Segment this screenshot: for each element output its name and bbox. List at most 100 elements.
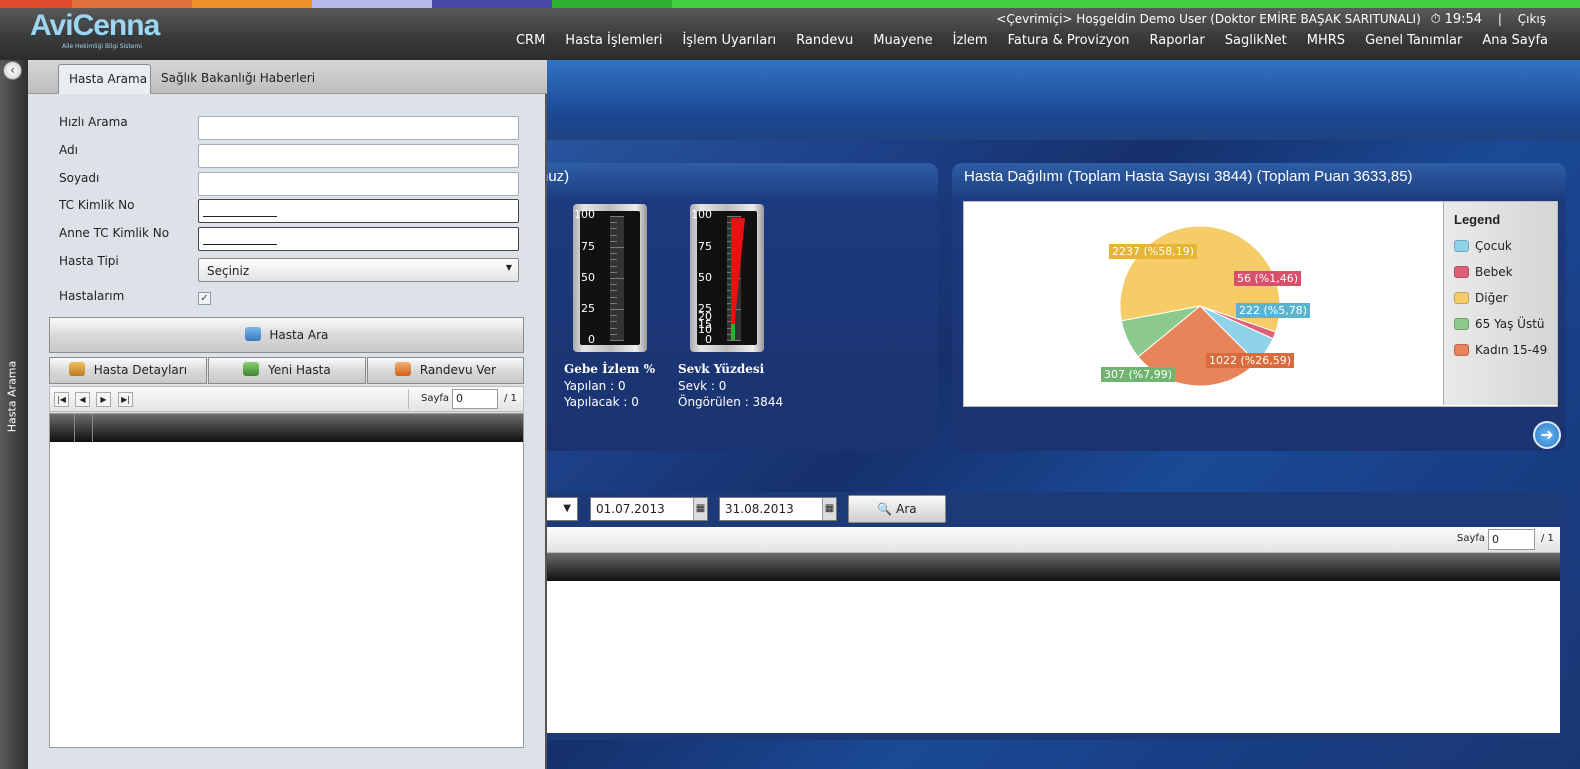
welcome-bar: <Çevrimiçi> Hoşgeldin Demo User (Doktor …: [996, 12, 1546, 27]
legend-swatch: [1454, 240, 1469, 252]
date-to-field[interactable]: 31.08.2013 ▦: [719, 497, 837, 521]
color-strip-segment: [192, 0, 312, 8]
search-panel-tabs: Hasta Arama Sağlık Bakanlığı Haberleri: [28, 60, 547, 94]
legend-label: Bebek: [1475, 265, 1513, 279]
legend-title: Legend: [1454, 212, 1501, 227]
patient-details-button[interactable]: Hasta Detayları: [49, 357, 207, 384]
my-patients-checkbox[interactable]: ✓: [198, 292, 211, 305]
name-input[interactable]: [198, 144, 519, 168]
color-strip-segment: [552, 0, 672, 8]
stopwatch-icon: ⏱: [1430, 12, 1441, 27]
prev-page-icon[interactable]: ◀: [75, 392, 90, 407]
legend-swatch: [1454, 292, 1469, 304]
new-patient-button[interactable]: Yeni Hasta: [208, 357, 366, 384]
calendar-person-icon: [395, 362, 411, 376]
tc-input[interactable]: [198, 199, 519, 223]
welcome-text: <Çevrimiçi> Hoşgeldin Demo User (Doktor …: [996, 12, 1421, 26]
search-results-grid: [49, 413, 524, 748]
nav-muayene[interactable]: Muayene: [873, 33, 932, 48]
legend-swatch: [1454, 318, 1469, 330]
pie-data-label: 307 (%7,99): [1101, 367, 1176, 382]
legend-label: Kadın 15-49: [1475, 343, 1548, 357]
tab-saglik-bakanligi-haberleri[interactable]: Sağlık Bakanlığı Haberleri: [151, 64, 325, 94]
patient-details-icon: [68, 362, 85, 376]
quick-search-label: Hızlı Arama: [59, 115, 128, 129]
color-strip: [0, 0, 1580, 8]
add-user-icon: [243, 362, 260, 376]
nav-hasta-islemleri[interactable]: Hasta İşlemleri: [565, 33, 662, 48]
legend-label: 65 Yaş Üstü: [1475, 317, 1545, 331]
pager-page-input[interactable]: 0: [452, 389, 498, 409]
nav-islem-uyarilari[interactable]: İşlem Uyarıları: [682, 33, 776, 48]
surname-label: Soyadı: [59, 171, 100, 185]
tab-hasta-arama[interactable]: Hasta Arama: [58, 64, 151, 94]
app-logo-subtitle: Aile Hekimliği Bilgi Sistemi: [62, 43, 142, 50]
sevk-title: Sevk Yüzdesi: [678, 362, 765, 376]
search-patient-button[interactable]: Hasta Ara: [49, 317, 524, 353]
separator: |: [1497, 12, 1502, 26]
app-logo: AviCenna: [30, 9, 160, 42]
nav-izlem[interactable]: İzlem: [953, 33, 988, 48]
appointment-label: Randevu Ver: [419, 363, 496, 377]
gauge-tick: 25: [581, 302, 595, 315]
mother-tc-label: Anne TC Kimlik No: [59, 226, 170, 240]
nav-crm[interactable]: CRM: [516, 33, 545, 48]
legend-label: Diğer: [1475, 291, 1508, 305]
calendar-icon[interactable]: ▦: [693, 498, 707, 520]
quick-search-input[interactable]: [198, 116, 519, 140]
legend-item: Kadın 15-49: [1454, 343, 1547, 357]
search-results-pager: |◀ ◀ ▶ ▶| Sayfa 0 / 1: [49, 386, 524, 412]
calendar-icon[interactable]: ▦: [822, 498, 836, 520]
nav-fatura[interactable]: Fatura & Provizyon: [1008, 33, 1130, 48]
legend-item: Çocuk: [1454, 239, 1512, 253]
pager-page-input[interactable]: 0: [1488, 529, 1535, 550]
pie-legend: Legend Çocuk Bebek Diğer 65 Yaş Üstü Kadın 1…: [1443, 202, 1557, 405]
mother-tc-input[interactable]: [198, 227, 519, 251]
nav-ana-sayfa[interactable]: Ana Sayfa: [1482, 33, 1548, 48]
my-patients-label: Hastalarım: [59, 289, 125, 303]
sevk-indicator: [731, 218, 745, 340]
nav-raporlar[interactable]: Raporlar: [1150, 33, 1205, 48]
pager-total: / 1: [504, 393, 517, 404]
patient-type-select[interactable]: Seçiniz ▼: [198, 258, 519, 282]
nav-sagliknet[interactable]: SaglikNet: [1225, 33, 1287, 48]
nav-randevu[interactable]: Randevu: [796, 33, 853, 48]
chevron-down-icon: ▼: [505, 263, 512, 272]
color-strip-segment: [672, 0, 1580, 8]
nav-genel-tanimlar[interactable]: Genel Tanımlar: [1365, 33, 1462, 48]
nav-mhrs[interactable]: MHRS: [1307, 33, 1345, 48]
date-from-field[interactable]: 01.07.2013 ▦: [590, 497, 708, 521]
first-page-icon[interactable]: |◀: [54, 392, 69, 407]
pie-data-label: 1022 (%26,59): [1206, 353, 1295, 368]
pie-data-label: 56 (%1,46): [1234, 271, 1302, 286]
gebe-izlem-yapilan: Yapılan : 0: [564, 379, 626, 393]
arrow-right-icon[interactable]: ➜: [1533, 421, 1561, 449]
legend-item: Bebek: [1454, 265, 1513, 279]
dashboard-banner: [547, 60, 1580, 140]
pie-data-label: 222 (%5,78): [1236, 303, 1311, 318]
search-icon: 🔍: [877, 502, 893, 516]
logout-link[interactable]: Çıkış: [1518, 12, 1546, 26]
color-strip-segment: [72, 0, 192, 8]
patient-type-label: Hasta Tipi: [59, 254, 119, 268]
next-page-icon[interactable]: ▶: [96, 392, 111, 407]
patient-type-value: Seçiniz: [207, 264, 250, 278]
sevk-ongorulen: Öngörülen : 3844: [678, 395, 784, 409]
last-page-icon[interactable]: ▶|: [118, 392, 133, 407]
sevk-count: Sevk : 0: [678, 379, 727, 393]
results-grid-toolbar: Sayfa 0 / 1: [547, 527, 1560, 553]
legend-swatch: [1454, 266, 1469, 278]
pager-label: Sayfa: [421, 393, 450, 404]
pie-data-label: 2237 (%58,19): [1109, 244, 1198, 259]
appointment-button[interactable]: Randevu Ver: [367, 357, 524, 384]
surname-input[interactable]: [198, 172, 519, 196]
gebe-izlem-title: Gebe İzlem %: [564, 362, 655, 376]
chevron-left-icon[interactable]: ‹: [3, 61, 22, 80]
search-results-grid-header: [50, 414, 523, 442]
chevron-down-icon: ▼: [563, 503, 571, 514]
search-button[interactable]: 🔍 Ara: [848, 495, 946, 523]
legend-item: 65 Yaş Üstü: [1454, 317, 1545, 331]
pager-total: / 1: [1541, 533, 1554, 544]
gebe-izlem-yapilacak: Yapılacak : 0: [564, 395, 639, 409]
pager-label: Sayfa: [1457, 533, 1486, 544]
